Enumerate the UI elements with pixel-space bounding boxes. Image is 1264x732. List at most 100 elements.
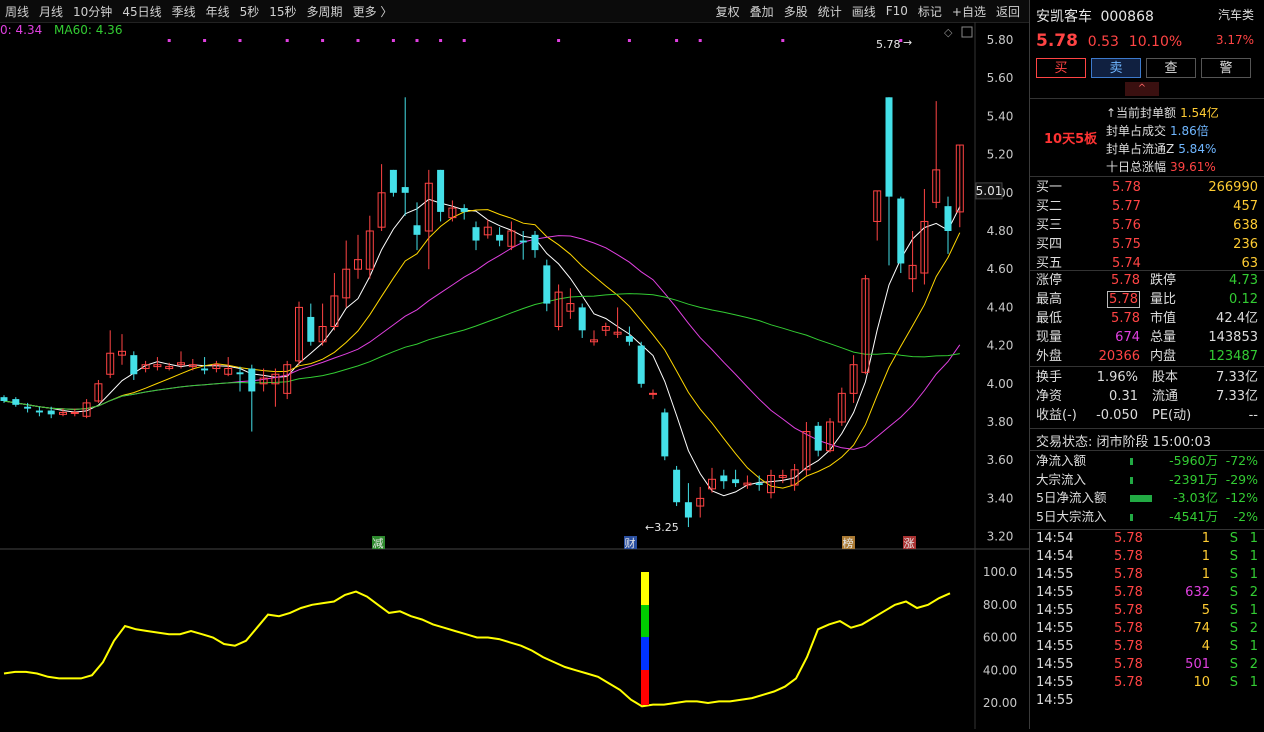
event-tag[interactable]: 涨 — [903, 536, 916, 550]
window-icon[interactable] — [961, 26, 973, 38]
tick-price: 5.78 — [1114, 531, 1143, 546]
tab-multi-period[interactable]: 多周期 — [302, 3, 348, 20]
tick-time: 14:55 — [1036, 621, 1074, 636]
stock-title: 安凯客车 000868 — [1036, 6, 1154, 26]
candle — [437, 169, 445, 222]
quote-panel: 安凯客车 000868 汽车类 5.78 0.53 10.10% 3.17% 买… — [1030, 0, 1264, 729]
order-book-row[interactable]: 买三 5.76 638 — [1036, 216, 1258, 235]
tick-count: 2 — [1249, 657, 1258, 672]
tick-time: 14:55 — [1036, 567, 1074, 582]
add-watchlist-button[interactable]: +自选 — [947, 3, 991, 20]
price-axis-label: 4.20 — [987, 339, 1014, 353]
order-book-row[interactable]: 买二 5.77 457 — [1036, 197, 1258, 216]
period-tabs: 周线 月线 10分钟 45日线 季线 年线 5秒 15秒 多周期 更多 〉 — [0, 0, 397, 22]
tick-list[interactable]: 14:54 5.78 1 S 1 14:54 5.78 1 S 1 14:55 5.78 1 S 1 14:5… — [1036, 530, 1258, 710]
tick-row: 14:54 5.78 1 S 1 — [1036, 548, 1258, 566]
oscillator-axis-label: 100.0 — [983, 565, 1017, 579]
tab-monthly[interactable]: 月线 — [34, 3, 68, 20]
tab-weekly[interactable]: 周线 — [0, 3, 34, 20]
order-book-row[interactable]: 买四 5.75 236 — [1036, 235, 1258, 254]
stat-label: 股本 — [1152, 370, 1179, 385]
stat-value: 7.33亿 — [1216, 370, 1258, 385]
sell-button[interactable]: 卖 — [1091, 58, 1141, 78]
ma5-line — [3, 198, 961, 497]
tab-quarterly[interactable]: 季线 — [167, 3, 201, 20]
order-book: 买一 5.78 266990 买二 5.77 457 买三 5.76 638 买四 5.75 236 买… — [1036, 178, 1258, 273]
statistics-button[interactable]: 统计 — [813, 3, 847, 20]
sector-name[interactable]: 汽车类 — [1218, 6, 1254, 23]
signal-dot — [557, 39, 561, 42]
candle — [377, 164, 386, 231]
tick-time: 14:55 — [1036, 675, 1074, 690]
mark-button[interactable]: 标记 — [913, 3, 947, 20]
oscillator-axis-label: 20.00 — [983, 696, 1017, 710]
kline-chart[interactable]: 5.805.605.405.205.004.804.604.404.204.00… — [0, 22, 1029, 729]
alert-button[interactable]: 警 — [1201, 58, 1251, 78]
tick-count: 1 — [1249, 639, 1258, 654]
oscillator-axis: 100.0 80.00 60.00 40.00 20.00 — [983, 565, 1017, 710]
signal-dot — [321, 39, 325, 42]
divider — [1030, 366, 1264, 367]
candle — [354, 234, 362, 279]
flow-pct: -29% — [1225, 471, 1258, 487]
tab-10min[interactable]: 10分钟 — [68, 3, 117, 20]
multi-stock-button[interactable]: 多股 — [779, 3, 813, 20]
tick-row: 14:55 — [1036, 692, 1258, 710]
back-button[interactable]: 返回 — [991, 3, 1025, 20]
oscillator-axis-label: 60.00 — [983, 631, 1017, 645]
signal-dot — [439, 39, 443, 42]
signal-dot — [356, 39, 360, 42]
price-axis-label: 3.80 — [987, 415, 1014, 429]
buy-button[interactable]: 买 — [1036, 58, 1086, 78]
collapse-icon[interactable]: ^ — [1125, 82, 1159, 96]
event-tag[interactable]: 财 — [624, 536, 637, 550]
flow-bar — [1130, 513, 1133, 521]
candle — [35, 406, 43, 417]
seal-label: ↑当前封单额 — [1106, 106, 1177, 120]
stats-row: 净资 0.31 流通 7.33亿 — [1036, 387, 1258, 406]
overlay-button[interactable]: 叠加 — [745, 3, 779, 20]
f10-button[interactable]: F10 — [881, 4, 913, 18]
stat-label: 收益(-) — [1036, 408, 1077, 423]
candle — [578, 303, 586, 338]
tick-count: 1 — [1249, 603, 1258, 618]
stat-label: 现量 — [1036, 330, 1063, 345]
draw-line-button[interactable]: 画线 — [847, 3, 881, 20]
event-tag[interactable]: 榜 — [842, 536, 855, 550]
tick-side: S — [1229, 549, 1238, 564]
event-tag[interactable]: 减 — [372, 536, 385, 550]
tick-volume: 632 — [1185, 585, 1210, 600]
ma40-line — [3, 293, 960, 410]
price-axis: 5.805.605.405.205.004.804.604.404.204.00… — [944, 26, 1013, 544]
diamond-icon[interactable]: ◇ — [944, 26, 953, 39]
tab-45day[interactable]: 45日线 — [117, 3, 166, 20]
tab-more[interactable]: 更多 〉 — [348, 3, 398, 20]
tab-5sec[interactable]: 5秒 — [235, 3, 265, 20]
flow-bar — [1130, 458, 1133, 465]
tick-side: S — [1229, 585, 1238, 600]
kline-chart-area[interactable]: 5.805.605.405.205.004.804.604.404.204.00… — [0, 22, 1029, 729]
candle — [118, 334, 126, 365]
query-button[interactable]: 查 — [1146, 58, 1196, 78]
moving-average-lines — [3, 198, 961, 497]
signal-dot — [285, 39, 289, 42]
flow-value: -4541万 — [1169, 508, 1218, 524]
seal-row: ↑当前封单额 1.54亿 — [1106, 104, 1219, 122]
adjust-button[interactable]: 复权 — [711, 3, 745, 20]
order-book-row[interactable]: 买一 5.78 266990 — [1036, 178, 1258, 197]
candle — [673, 465, 681, 507]
tick-row: 14:55 5.78 74 S 2 — [1036, 620, 1258, 638]
tab-yearly[interactable]: 年线 — [201, 3, 235, 20]
candle — [12, 397, 20, 407]
tab-15sec[interactable]: 15秒 — [264, 3, 301, 20]
trade-status: 交易状态: 闭市阶段 15:00:03 — [1036, 435, 1212, 450]
candle — [849, 355, 858, 403]
tick-price: 5.78 — [1114, 585, 1143, 600]
tick-count: 1 — [1249, 567, 1258, 582]
signal-dot — [167, 39, 171, 42]
tick-time: 14:54 — [1036, 549, 1074, 564]
candle — [755, 475, 763, 491]
candle — [732, 469, 740, 487]
seal-label: 封单占流通Z — [1106, 142, 1175, 156]
price-axis-label: 3.40 — [987, 491, 1014, 505]
